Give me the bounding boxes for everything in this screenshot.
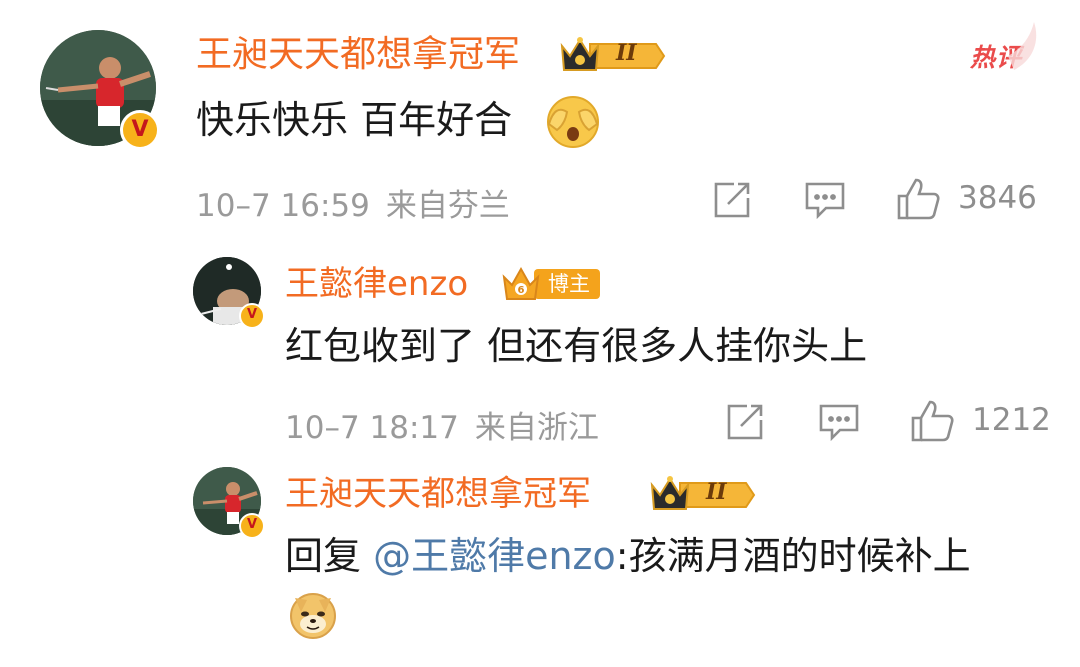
like-icon[interactable] <box>910 398 956 444</box>
mention-link[interactable]: @王懿律enzo <box>373 534 616 578</box>
share-icon[interactable] <box>725 402 765 442</box>
reply-prefix: 回复 <box>285 534 374 578</box>
blogger-badge-text: 博主 <box>534 269 600 299</box>
comment-location: 来自芬兰 <box>385 188 510 224</box>
reply-username[interactable]: 王懿律enzo <box>285 260 468 308</box>
reply-meta: 10–7 18:17 来自浙江 <box>285 402 615 447</box>
cover-face-emoji <box>547 96 599 148</box>
hot-tag-wing-icon <box>1008 22 1037 70</box>
like-count: 1212 <box>972 402 1051 438</box>
comment-username[interactable]: 王昶天天都想拿冠军 <box>196 30 520 80</box>
level-badge: II <box>650 475 758 513</box>
reply-username[interactable]: 王昶天天都想拿冠军 <box>285 470 591 518</box>
reply-text: 回复 @王懿律enzo:孩满月酒的时候补上 <box>285 530 971 582</box>
share-icon[interactable] <box>712 180 752 220</box>
verified-badge-icon: V <box>120 110 160 150</box>
reply-text: 红包收到了 但还有很多人挂你头上 <box>285 324 868 368</box>
like-icon[interactable] <box>896 176 942 222</box>
reply-date: 10–7 18:17 <box>285 410 459 446</box>
level-badge-text: II <box>706 479 727 505</box>
verified-badge-icon: V <box>239 303 265 329</box>
like-count: 3846 <box>958 180 1037 216</box>
comment-meta: 10–7 16:59 来自芬兰 <box>196 180 526 225</box>
svg-text:6: 6 <box>518 285 525 296</box>
verified-badge-icon: V <box>239 513 265 539</box>
comment-icon[interactable] <box>818 402 860 442</box>
reply-location: 来自浙江 <box>474 410 599 446</box>
crown-icon <box>560 37 666 71</box>
crown-icon <box>650 476 756 510</box>
blogger-badge: 博主 6 <box>500 265 620 303</box>
comment-icon[interactable] <box>804 180 846 220</box>
reply-body: :孩满月酒的时候补上 <box>615 534 971 578</box>
level-badge: II <box>560 36 668 74</box>
level-badge-text: II <box>616 40 637 66</box>
doge-emoji <box>290 593 336 639</box>
comment-text: 快乐快乐 百年好合 <box>196 98 513 142</box>
comment-date: 10–7 16:59 <box>196 188 370 224</box>
blogger-crown-icon: 6 <box>502 266 540 300</box>
